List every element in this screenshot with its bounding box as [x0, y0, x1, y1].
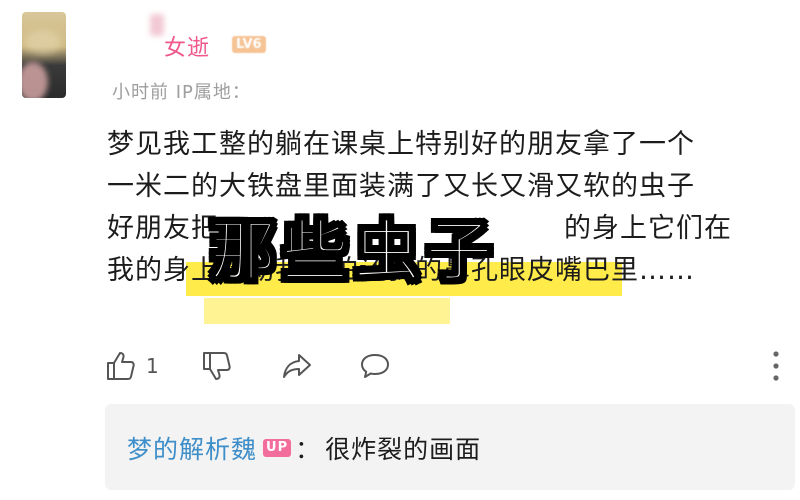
- highlight-band-secondary: [204, 298, 450, 324]
- reply-separator: ：: [295, 435, 322, 464]
- meta-fade: [270, 80, 320, 104]
- reply-text: 很炸裂的画面: [325, 435, 482, 464]
- overlay-title: 那些虫子: [209, 212, 498, 291]
- avatar-blur-bottom: [22, 62, 48, 98]
- reply-author[interactable]: 梦的解析魏: [127, 430, 257, 466]
- thumbs-up-icon: [107, 352, 135, 380]
- more-vertical-icon[interactable]: [766, 348, 786, 384]
- comment-card: 女逝 LV6 小时前 IP属地： 梦见我工整的躺在课桌上特别好的朋友拿了一个 一…: [0, 0, 800, 500]
- username-blurred-prefix: [150, 14, 164, 36]
- thumbs-down-icon: [203, 352, 231, 380]
- up-badge: UP: [263, 439, 292, 457]
- share-icon: [283, 354, 311, 378]
- like-count: 1: [146, 354, 159, 378]
- level-badge: LV6: [232, 36, 266, 53]
- comment-line: 梦见我工整的躺在课桌上特别好的朋友拿了一个: [107, 129, 695, 160]
- reply-line: 梦的解析魏 UP ： 很炸裂的画面: [127, 430, 481, 466]
- reply-button[interactable]: [358, 346, 392, 386]
- avatar-blur-top: [24, 30, 62, 54]
- like-button[interactable]: 1: [104, 346, 159, 386]
- avatar[interactable]: [22, 12, 66, 98]
- share-button[interactable]: [280, 346, 314, 386]
- comment-meta: 小时前 IP属地：: [112, 82, 251, 103]
- dislike-button[interactable]: [200, 346, 234, 386]
- comment-bubble-icon: [361, 354, 389, 378]
- username[interactable]: 女逝: [164, 30, 210, 62]
- reply-preview[interactable]: 梦的解析魏 UP ： 很炸裂的画面: [105, 404, 795, 490]
